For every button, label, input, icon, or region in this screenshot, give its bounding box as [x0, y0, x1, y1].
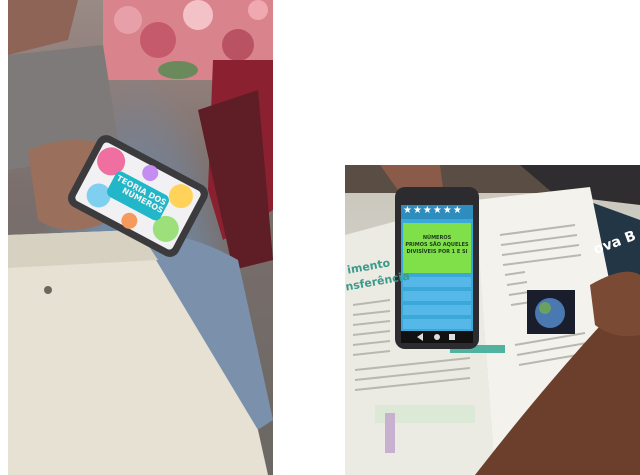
question-text: NÚMEROS PRIMOS SÃO AQUELES DIVISÍVEIS PO… — [405, 235, 469, 256]
home-icon[interactable] — [434, 334, 440, 340]
right-photo-scene — [345, 165, 640, 475]
answer-option-1[interactable] — [403, 277, 471, 287]
left-photo: TEORIA DOS NÚMEROS — [8, 0, 273, 475]
star-rating: ★★★★★★ — [403, 205, 463, 216]
left-photo-scene — [8, 0, 273, 475]
answer-option-2[interactable] — [403, 291, 471, 301]
answer-option-4[interactable] — [403, 319, 471, 329]
question-line-2: PRIMOS SÃO AQUELES — [405, 242, 469, 248]
arm — [8, 0, 78, 55]
question-line-1: NÚMEROS — [422, 235, 452, 241]
right-photo: ★★★★★★ NÚMEROS PRIMOS SÃO AQUELES DIVISÍ… — [345, 165, 640, 475]
question-line-3: DIVISÍVEIS POR 1 E SI — [406, 249, 468, 255]
recent-apps-icon[interactable] — [449, 334, 455, 340]
answer-option-3[interactable] — [403, 305, 471, 315]
